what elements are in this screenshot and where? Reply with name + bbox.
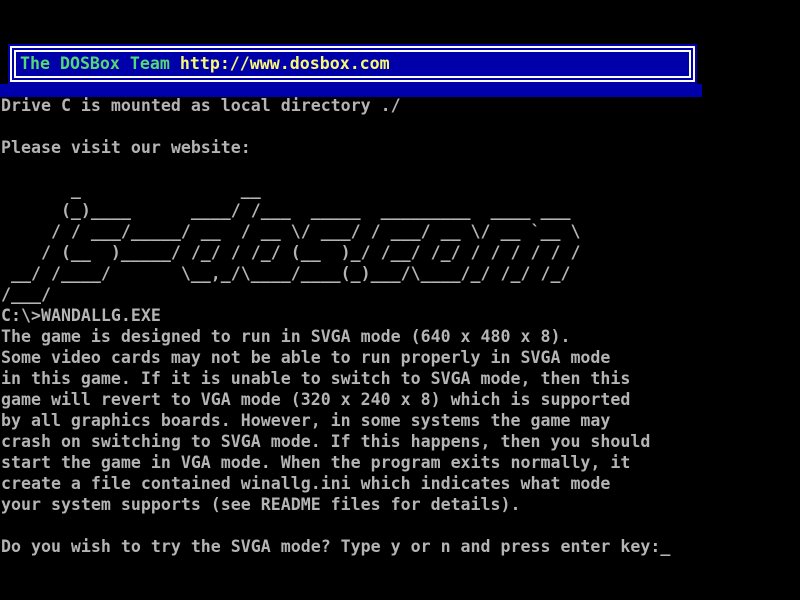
terminal-output[interactable]: Drive C is mounted as local directory ./… bbox=[1, 95, 670, 557]
banner-text: The DOSBox Team http://www.dosbox.com bbox=[20, 51, 390, 77]
dosbox-welcome-banner: The DOSBox Team http://www.dosbox.com bbox=[8, 44, 697, 84]
dosbox-team-label: The DOSBox Team bbox=[20, 54, 180, 73]
dosbox-url-text: http://www.dosbox.com bbox=[180, 54, 390, 73]
dosbox-screen[interactable]: The DOSBox Team http://www.dosbox.com Dr… bbox=[0, 0, 800, 600]
